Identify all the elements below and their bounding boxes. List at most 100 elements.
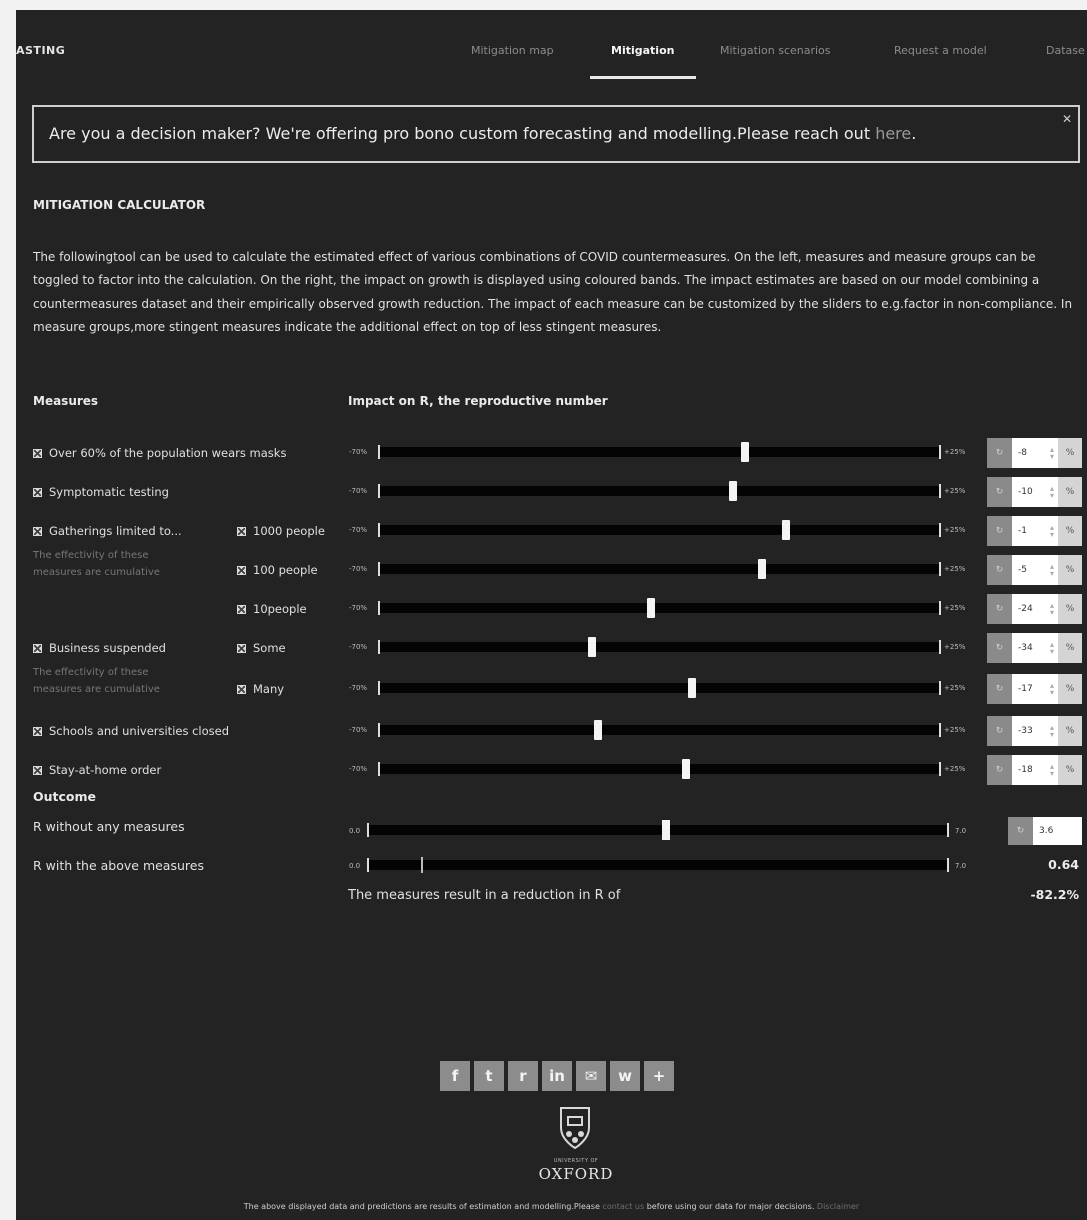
sub-measure-label[interactable]: 10people <box>237 602 307 616</box>
tab-mitigation-map[interactable]: Mitigation map <box>471 44 554 57</box>
email-icon[interactable]: ✉ <box>576 1061 606 1091</box>
impact-value-input[interactable]: -17 ▴ ▾ <box>1012 674 1058 704</box>
impact-slider[interactable] <box>378 637 941 657</box>
r-without-input[interactable]: 3.6 <box>1033 817 1082 845</box>
sub-measure-checkbox[interactable] <box>237 566 246 575</box>
measure-checkbox[interactable] <box>33 766 42 775</box>
spinner-icon[interactable]: ▴ ▾ <box>1050 641 1054 656</box>
measure-label[interactable]: Over 60% of the population wears masks <box>33 446 286 460</box>
sub-measure-label[interactable]: 1000 people <box>237 524 325 538</box>
slider-handle[interactable] <box>593 720 602 740</box>
impact-value-input[interactable]: -1 ▴ ▾ <box>1012 516 1058 546</box>
slider-handle[interactable] <box>782 520 790 540</box>
measure-label[interactable]: Schools and universities closed <box>33 724 229 738</box>
impact-slider[interactable] <box>378 720 941 740</box>
impact-value-input[interactable]: -10 ▴ ▾ <box>1012 477 1058 507</box>
linkedin-icon[interactable]: in <box>542 1061 572 1091</box>
slider-handle[interactable] <box>646 598 655 618</box>
slider-handle[interactable] <box>758 559 767 579</box>
spinner-icon[interactable]: ▴ ▾ <box>1050 446 1054 461</box>
sub-measure-checkbox[interactable] <box>237 605 246 614</box>
measure-checkbox[interactable] <box>33 449 42 458</box>
reset-icon[interactable]: ↻ <box>987 716 1012 746</box>
footer-contact-link[interactable]: contact us <box>602 1202 644 1211</box>
measure-label[interactable]: Business suspended <box>33 641 166 655</box>
twitter-icon[interactable]: t <box>474 1061 504 1091</box>
close-icon[interactable]: ✕ <box>1062 112 1072 126</box>
measure-label[interactable]: Stay-at-home order <box>33 763 161 777</box>
slider-handle[interactable] <box>587 637 596 657</box>
sub-measure-label-text: Many <box>253 682 285 696</box>
impact-slider[interactable] <box>378 759 941 779</box>
spinner-icon[interactable]: ▴ ▾ <box>1050 524 1054 539</box>
impact-slider[interactable] <box>378 678 941 698</box>
impact-slider[interactable] <box>378 598 941 618</box>
slider-handle[interactable] <box>687 678 696 698</box>
impact-value-text: -5 <box>1018 565 1027 575</box>
spinner-icon[interactable]: ▴ ▾ <box>1050 682 1054 697</box>
sub-measure-checkbox[interactable] <box>237 685 246 694</box>
plus-icon[interactable]: + <box>644 1061 674 1091</box>
reset-icon[interactable]: ↻ <box>987 755 1012 785</box>
measure-label[interactable]: Symptomatic testing <box>33 485 169 499</box>
impact-value-input[interactable]: -24 ▴ ▾ <box>1012 594 1058 624</box>
measure-checkbox[interactable] <box>33 527 42 536</box>
reset-icon[interactable]: ↻ <box>987 477 1012 507</box>
slider-handle[interactable] <box>740 442 749 462</box>
banner-link-here[interactable]: here <box>875 124 911 143</box>
tab-mitigation[interactable]: Mitigation <box>611 44 674 57</box>
spinner-icon[interactable]: ▴ ▾ <box>1050 724 1054 739</box>
reset-icon[interactable]: ↻ <box>987 674 1012 704</box>
r-without-handle[interactable] <box>662 820 671 840</box>
impact-input-group: ↻ -18 ▴ ▾% <box>987 755 1082 785</box>
spinner-icon[interactable]: ▴ ▾ <box>1050 563 1054 578</box>
measure-row: 100 people -70% +25% ↻ -5 ▴ ▾% <box>16 555 1087 585</box>
measure-row: Gatherings limited to... 1000 people -70% +… <box>16 516 1087 546</box>
impact-value-input[interactable]: -5 ▴ ▾ <box>1012 555 1058 585</box>
spinner-icon[interactable]: ▴ ▾ <box>1050 602 1054 617</box>
impact-value-input[interactable]: -33 ▴ ▾ <box>1012 716 1058 746</box>
measure-checkbox[interactable] <box>33 727 42 736</box>
reddit-icon[interactable]: r <box>508 1061 538 1091</box>
impact-value-input[interactable]: -8 ▴ ▾ <box>1012 438 1058 468</box>
measure-checkbox[interactable] <box>33 644 42 653</box>
impact-value-input[interactable]: -18 ▴ ▾ <box>1012 755 1058 785</box>
r-without-label: R without any measures <box>33 819 185 834</box>
reset-icon[interactable]: ↻ <box>987 594 1012 624</box>
tab-datasets[interactable]: Datase <box>1046 44 1085 57</box>
impact-value-text: -24 <box>1018 604 1033 614</box>
slider-handle[interactable] <box>729 481 738 501</box>
whatsapp-icon[interactable]: w <box>610 1061 640 1091</box>
sub-measure-checkbox[interactable] <box>237 527 246 536</box>
reset-icon[interactable]: ↻ <box>987 516 1012 546</box>
impact-slider[interactable] <box>378 481 941 501</box>
range-max-label: +25% <box>944 565 966 573</box>
site-brand[interactable]: ASTING <box>16 44 65 57</box>
reset-icon[interactable]: ↻ <box>987 438 1012 468</box>
measures-header: Measures <box>33 394 99 408</box>
impact-slider[interactable] <box>378 520 941 540</box>
facebook-icon[interactable]: f <box>440 1061 470 1091</box>
impact-slider[interactable] <box>378 442 941 462</box>
slider-handle[interactable] <box>681 759 690 779</box>
sub-measure-checkbox[interactable] <box>237 644 246 653</box>
reset-icon[interactable]: ↻ <box>1008 817 1033 845</box>
sub-measure-label[interactable]: 100 people <box>237 563 318 577</box>
footer-text: The above displayed data and predictions… <box>243 1202 603 1211</box>
measure-row: Schools and universities closed -70% +25% ↻… <box>16 716 1087 746</box>
measure-checkbox[interactable] <box>33 488 42 497</box>
tab-mitigation-scenarios[interactable]: Mitigation scenarios <box>720 44 831 57</box>
impact-slider[interactable] <box>378 559 941 579</box>
sub-measure-label[interactable]: Some <box>237 641 286 655</box>
tab-request-a-model[interactable]: Request a model <box>894 44 987 57</box>
sub-measure-label[interactable]: Many <box>237 682 284 696</box>
reset-icon[interactable]: ↻ <box>987 555 1012 585</box>
spinner-icon[interactable]: ▴ ▾ <box>1050 763 1054 778</box>
measure-label[interactable]: Gatherings limited to... <box>33 524 182 538</box>
footer-disclaimer-link[interactable]: Disclaimer <box>817 1202 859 1211</box>
reset-icon[interactable]: ↻ <box>987 633 1012 663</box>
app-frame: ASTING Mitigation map Mitigation Mitigat… <box>16 10 1087 1220</box>
r-without-slider[interactable] <box>367 820 949 840</box>
impact-value-input[interactable]: -34 ▴ ▾ <box>1012 633 1058 663</box>
spinner-icon[interactable]: ▴ ▾ <box>1050 485 1054 500</box>
